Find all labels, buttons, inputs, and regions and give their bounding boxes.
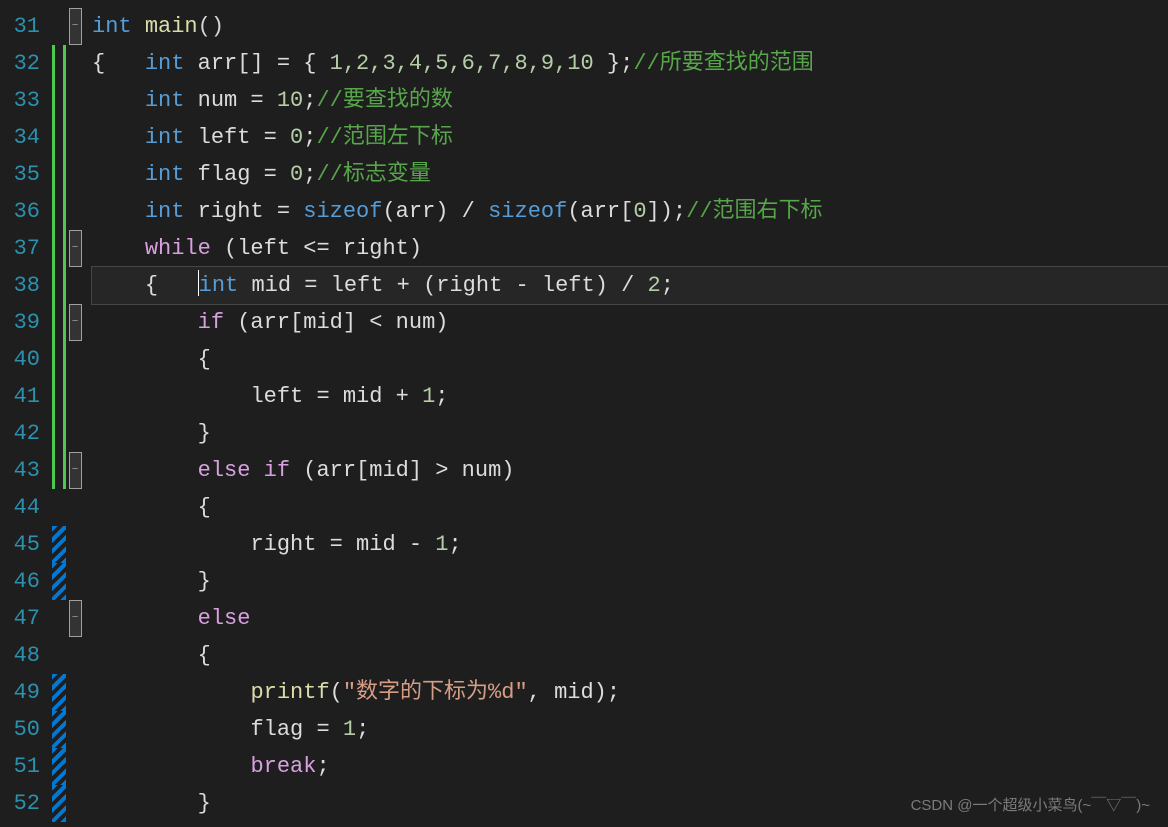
change-marker	[52, 45, 66, 82]
code-line[interactable]: right = mid - 1;	[92, 526, 1168, 563]
fold-cell	[66, 526, 84, 563]
change-marker	[52, 637, 66, 674]
code-line[interactable]: printf("数字的下标为%d", mid);	[92, 674, 1168, 711]
fold-cell	[66, 748, 84, 785]
line-number: 34	[8, 119, 40, 156]
line-number: 36	[8, 193, 40, 230]
code-line[interactable]: else if (arr[mid] > num)	[92, 452, 1168, 489]
line-number: 43	[8, 452, 40, 489]
code-line[interactable]: while (left <= right)	[92, 230, 1168, 267]
code-line[interactable]: left = mid + 1;	[92, 378, 1168, 415]
change-marker	[52, 600, 66, 637]
change-marker	[52, 563, 66, 600]
fold-cell: −	[66, 304, 84, 341]
line-number: 31	[8, 8, 40, 45]
fold-cell	[66, 785, 84, 822]
line-number: 48	[8, 637, 40, 674]
code-line[interactable]: {	[92, 341, 1168, 378]
change-marker	[52, 378, 66, 415]
code-area[interactable]: int main() { int arr[] = { 1,2,3,4,5,6,7…	[84, 0, 1168, 827]
line-number: 41	[8, 378, 40, 415]
fold-cell	[66, 415, 84, 452]
fold-cell	[66, 82, 84, 119]
code-line[interactable]: int num = 10;//要查找的数	[92, 82, 1168, 119]
line-number: 45	[8, 526, 40, 563]
fold-cell	[66, 119, 84, 156]
code-line[interactable]: int left = 0;//范围左下标	[92, 119, 1168, 156]
fold-cell	[66, 341, 84, 378]
change-marker	[52, 82, 66, 119]
change-marker	[52, 489, 66, 526]
change-marker	[52, 748, 66, 785]
change-marker	[52, 415, 66, 452]
line-number: 42	[8, 415, 40, 452]
change-marker	[52, 526, 66, 563]
line-number: 37	[8, 230, 40, 267]
change-marker	[52, 230, 66, 267]
code-line[interactable]: int flag = 0;//标志变量	[92, 156, 1168, 193]
fold-minus-icon[interactable]: −	[69, 230, 82, 267]
code-line[interactable]: }	[92, 415, 1168, 452]
watermark: CSDN @一个超级小菜鸟(~￣▽￣)~	[911, 794, 1150, 815]
fold-cell	[66, 711, 84, 748]
change-marker	[52, 785, 66, 822]
fold-minus-icon[interactable]: −	[69, 600, 82, 637]
code-line[interactable]: else	[92, 600, 1168, 637]
code-editor[interactable]: 31 32 33 34 35 36 37 38 39 40 41 42 43 4…	[0, 0, 1168, 827]
fold-cell: −	[66, 600, 84, 637]
fold-minus-icon[interactable]: −	[69, 8, 82, 45]
code-line[interactable]: flag = 1;	[92, 711, 1168, 748]
code-line[interactable]: int main()	[92, 8, 1168, 45]
code-line[interactable]: { int arr[] = { 1,2,3,4,5,6,7,8,9,10 };/…	[92, 45, 1168, 82]
line-number: 38	[8, 267, 40, 304]
line-number: 52	[8, 785, 40, 822]
line-number: 50	[8, 711, 40, 748]
line-number: 40	[8, 341, 40, 378]
fold-cell: −	[66, 452, 84, 489]
code-line[interactable]: int right = sizeof(arr) / sizeof(arr[0])…	[92, 193, 1168, 230]
code-line[interactable]: }	[92, 563, 1168, 600]
code-line[interactable]: if (arr[mid] < num)	[92, 304, 1168, 341]
change-marker	[52, 304, 66, 341]
line-number-gutter: 31 32 33 34 35 36 37 38 39 40 41 42 43 4…	[0, 0, 52, 827]
fold-minus-icon[interactable]: −	[69, 452, 82, 489]
line-number: 46	[8, 563, 40, 600]
line-number: 33	[8, 82, 40, 119]
line-number: 44	[8, 489, 40, 526]
change-marker	[52, 267, 66, 304]
code-line[interactable]: break;	[92, 748, 1168, 785]
fold-cell	[66, 378, 84, 415]
fold-cell	[66, 45, 84, 82]
line-number: 35	[8, 156, 40, 193]
fold-cell	[66, 156, 84, 193]
fold-cell	[66, 489, 84, 526]
code-line-current[interactable]: { int mid = left + (right - left) / 2;	[92, 267, 1168, 304]
line-number: 39	[8, 304, 40, 341]
fold-cell	[66, 193, 84, 230]
change-marker	[52, 711, 66, 748]
fold-cell	[66, 637, 84, 674]
code-line[interactable]: {	[92, 637, 1168, 674]
line-number: 49	[8, 674, 40, 711]
fold-cell	[66, 563, 84, 600]
change-marker	[52, 156, 66, 193]
change-marker	[52, 193, 66, 230]
fold-cell: −	[66, 230, 84, 267]
fold-minus-icon[interactable]: −	[69, 304, 82, 341]
change-marker	[52, 674, 66, 711]
fold-gutter: − − − − −	[66, 0, 84, 827]
code-line[interactable]: {	[92, 489, 1168, 526]
change-marker	[52, 8, 66, 45]
fold-cell: −	[66, 8, 84, 45]
change-marker	[52, 119, 66, 156]
fold-cell	[66, 267, 84, 304]
line-number: 32	[8, 45, 40, 82]
text-cursor	[198, 270, 199, 296]
change-marker	[52, 341, 66, 378]
fold-cell	[66, 674, 84, 711]
line-number: 51	[8, 748, 40, 785]
change-indicator-gutter	[52, 0, 66, 827]
change-marker	[52, 452, 66, 489]
line-number: 47	[8, 600, 40, 637]
